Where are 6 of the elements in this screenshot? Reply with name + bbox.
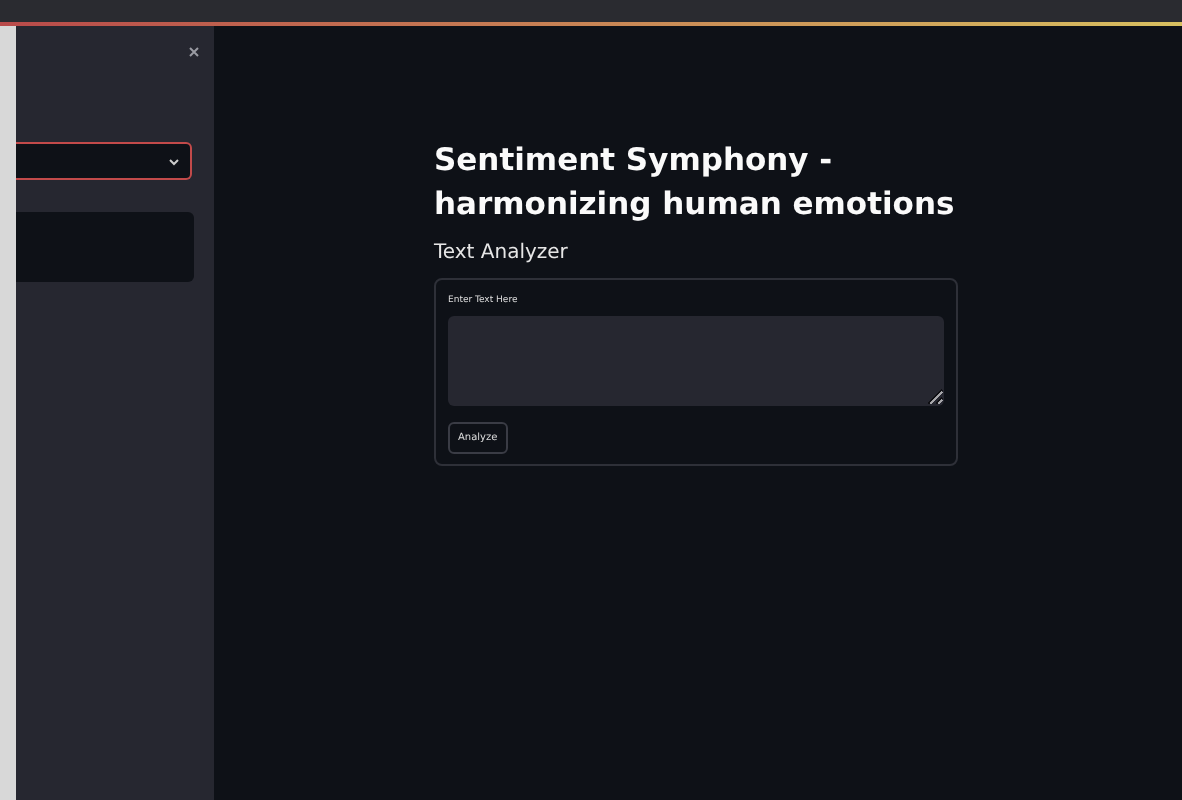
text-input-field[interactable] — [448, 316, 944, 406]
select-box[interactable] — [16, 142, 192, 180]
chevron-down-icon — [168, 157, 180, 165]
page-title: Sentiment Symphony -harmonizing human emotions — [434, 140, 957, 226]
close-icon[interactable] — [188, 46, 200, 58]
section-heading: Text Analyzer — [434, 242, 568, 264]
